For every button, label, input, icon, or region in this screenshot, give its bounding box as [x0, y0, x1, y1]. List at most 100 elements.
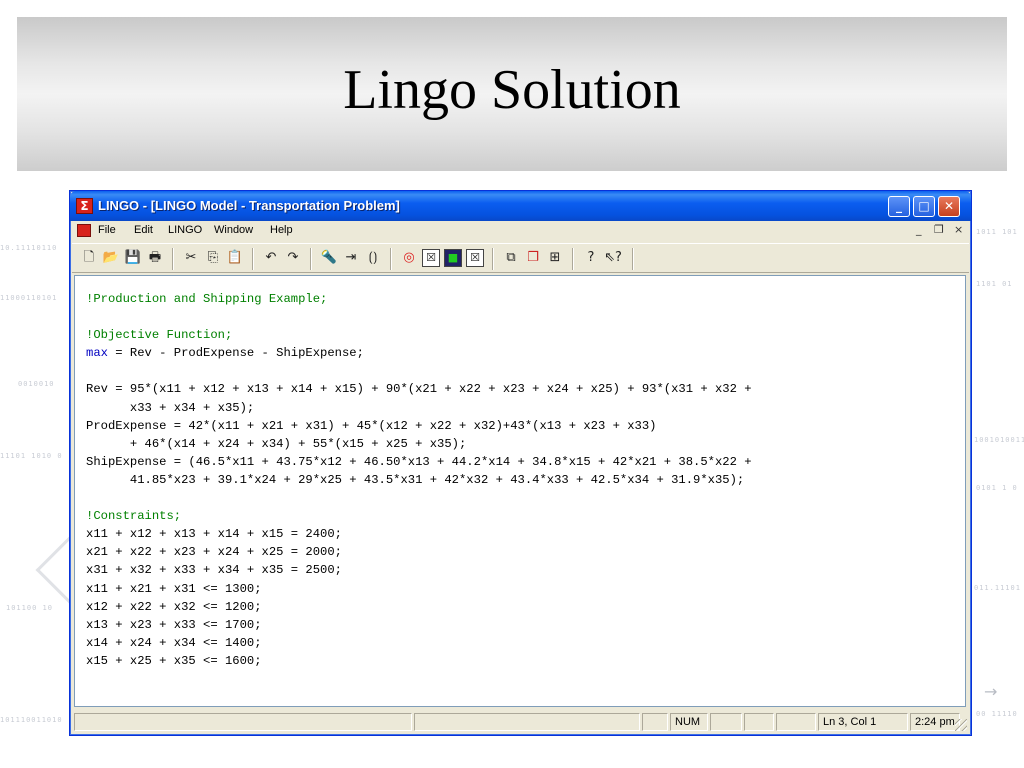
status-message — [74, 713, 412, 731]
tile-icon[interactable]: ⧉ — [502, 249, 520, 267]
code-line: x15 + x25 + x35 <= 1600; — [86, 652, 752, 670]
background-decoration: 1101 01 — [976, 280, 1013, 288]
code-line: ProdExpense = 42*(x11 + x21 + x31) + 45*… — [86, 417, 752, 435]
new-icon[interactable]: 🗋 — [80, 249, 98, 267]
match-paren-icon[interactable]: ⟮⟯ — [364, 249, 382, 267]
code-text: ProdExpense = 42*(x11 + x21 + x31) + 45*… — [86, 418, 657, 433]
status-position: Ln 3, Col 1 — [818, 713, 908, 731]
background-decoration: 011.11101 — [974, 584, 1021, 592]
code-text: x14 + x24 + x34 <= 1400; — [86, 635, 262, 650]
status-cell — [776, 713, 816, 731]
code-text: x13 + x23 + x33 <= 1700; — [86, 617, 262, 632]
window-title: LINGO - [LINGO Model - Transportation Pr… — [98, 198, 400, 213]
document-icon[interactable] — [77, 224, 91, 237]
print-icon[interactable]: 🖶 — [146, 249, 164, 267]
status-time: 2:24 pm — [910, 713, 960, 731]
menu-window[interactable]: Window — [214, 224, 253, 236]
open-icon[interactable]: 📂 — [102, 249, 120, 267]
code-comment: !Objective Function; — [86, 328, 233, 343]
toolbar-separator — [572, 248, 574, 270]
background-decoration: 10.11110110 — [0, 244, 58, 252]
menu-lingo[interactable]: LINGO — [168, 224, 202, 236]
status-cell — [744, 713, 774, 731]
menu-file[interactable]: File — [98, 224, 116, 236]
toolbar-separator — [310, 248, 312, 270]
code-text: ShipExpense = (46.5*x11 + 43.75*x12 + 46… — [86, 454, 752, 469]
toolbar: 🗋 📂 💾 🖶 ✂ ⎘ 📋 ↶ ↷ 🔦 ⇥ ⟮⟯ ◎ ☒ ■ ☒ ⧉ ❐ ⊞ ?… — [72, 243, 969, 273]
code-comment: !Production and Shipping Example; — [86, 292, 328, 306]
toolbar-separator — [390, 248, 392, 270]
status-cell — [414, 713, 640, 731]
solution-icon[interactable]: ☒ — [422, 249, 440, 267]
toolbar-separator — [172, 248, 174, 270]
child-minimize-button[interactable]: _ — [916, 223, 922, 236]
code-line: !Constraints; — [86, 507, 752, 525]
slide-title: Lingo Solution — [343, 59, 681, 121]
code-line: x11 + x21 + x31 <= 1300; — [86, 580, 752, 598]
code-line: x11 + x12 + x13 + x14 + x15 = 2400; — [86, 525, 752, 543]
code-line: x14 + x24 + x34 <= 1400; — [86, 634, 752, 652]
close-all-icon[interactable]: ☒ — [466, 249, 484, 267]
background-decoration: 1001010011 — [974, 436, 1024, 444]
toolbar-separator — [492, 248, 494, 270]
code-line: x13 + x23 + x33 <= 1700; — [86, 616, 752, 634]
code-text: = Rev - ProdExpense - ShipExpense; — [107, 346, 364, 361]
lingo-app-icon: Σ — [76, 198, 93, 214]
context-help-icon[interactable]: ⇖? — [604, 249, 622, 267]
code-text: x33 + x34 + x35); — [86, 400, 255, 415]
code-text: x11 + x21 + x31 <= 1300; — [86, 581, 262, 596]
redo-icon[interactable]: ↷ — [284, 249, 302, 267]
code-text: x31 + x32 + x33 + x34 + x35 = 2500; — [86, 563, 342, 578]
code-lines: !Production and Shipping Example; !Object… — [86, 290, 752, 670]
child-close-button[interactable]: × — [954, 223, 963, 236]
matrix-picture-icon[interactable]: ■ — [444, 249, 462, 267]
background-decoration: 101110011010 — [0, 716, 63, 724]
goto-line-icon[interactable]: ⇥ — [342, 249, 360, 267]
maximize-button[interactable]: □ — [913, 196, 935, 217]
code-editor[interactable]: !Production and Shipping Example; !Object… — [74, 275, 966, 707]
find-icon[interactable]: 🔦 — [320, 249, 338, 267]
minimize-button[interactable]: _ — [888, 196, 910, 217]
menubar: File Edit LINGO Window Help _ ❐ × — [72, 221, 969, 240]
code-line: + 46*(x14 + x24 + x34) + 55*(x15 + x25 +… — [86, 435, 752, 453]
menu-edit[interactable]: Edit — [134, 224, 153, 236]
lingo-window: Σ LINGO - [LINGO Model - Transportation … — [69, 190, 972, 736]
code-text: x12 + x22 + x32 <= 1200; — [86, 599, 262, 614]
window-titlebar[interactable]: Σ LINGO - [LINGO Model - Transportation … — [70, 191, 971, 221]
close-button[interactable]: ✕ — [938, 196, 960, 217]
background-decoration: 11000110101 — [0, 294, 58, 302]
background-decoration: 0010010 — [18, 380, 55, 388]
solve-icon[interactable]: ◎ — [400, 249, 418, 267]
save-icon[interactable]: 💾 — [124, 249, 142, 267]
background-decoration: 00 11110 — [976, 710, 1018, 718]
code-line: ShipExpense = (46.5*x11 + 43.75*x12 + 46… — [86, 453, 752, 471]
code-line: Rev = 95*(x11 + x12 + x13 + x14 + x15) +… — [86, 380, 752, 398]
code-line: x31 + x32 + x33 + x34 + x35 = 2500; — [86, 561, 752, 579]
code-line: x21 + x22 + x23 + x24 + x25 = 2000; — [86, 543, 752, 561]
code-text: 41.85*x23 + 39.1*x24 + 29*x25 + 43.5*x31… — [86, 472, 745, 487]
code-text: x15 + x25 + x35 <= 1600; — [86, 653, 262, 668]
help-icon[interactable]: ? — [582, 249, 600, 267]
cut-icon[interactable]: ✂ — [182, 249, 200, 267]
child-restore-button[interactable]: ❐ — [934, 223, 944, 236]
menu-help[interactable]: Help — [270, 224, 293, 236]
resize-grip-icon[interactable] — [955, 719, 967, 731]
copy-icon[interactable]: ⎘ — [204, 249, 222, 267]
background-decoration: 101100 10 — [6, 604, 53, 612]
arrange-icon[interactable]: ⊞ — [546, 249, 564, 267]
code-line: x33 + x34 + x35); — [86, 399, 752, 417]
undo-icon[interactable]: ↶ — [262, 249, 280, 267]
code-keyword: max — [86, 346, 108, 361]
toolbar-separator — [252, 248, 254, 270]
code-line: x12 + x22 + x32 <= 1200; — [86, 598, 752, 616]
code-line: !Production and Shipping Example; — [86, 290, 752, 308]
cascade-icon[interactable]: ❐ — [524, 249, 542, 267]
arrow-icon: → — [984, 682, 998, 701]
status-cell — [710, 713, 742, 731]
background-decoration: 11101 1010 0 — [0, 452, 63, 460]
paste-icon[interactable]: 📋 — [226, 249, 244, 267]
status-bar: NUM Ln 3, Col 1 2:24 pm — [72, 711, 969, 733]
